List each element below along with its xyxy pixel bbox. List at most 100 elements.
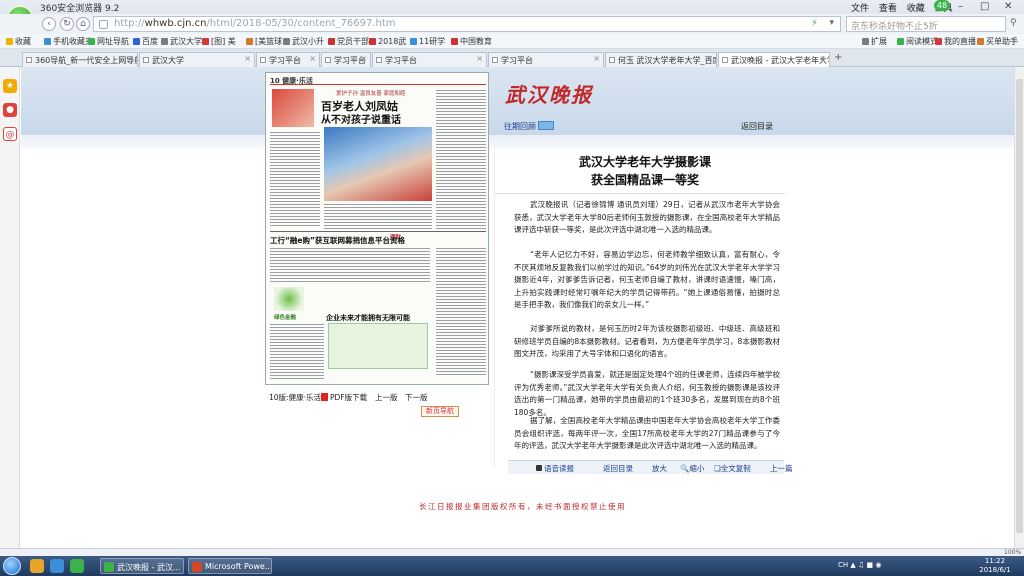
clock[interactable]: 11:22 2018/6/1 (975, 557, 1015, 575)
vertical-scrollbar[interactable] (1014, 67, 1024, 548)
next-edition-link[interactable]: 下一版 (405, 392, 428, 403)
bookmark-icon (369, 38, 376, 45)
menu-view[interactable]: 查看 (879, 4, 897, 14)
new-tab-icon[interactable]: + (834, 52, 842, 63)
minimize-icon[interactable]: – (958, 1, 963, 12)
pdf-download-link[interactable]: PDF版下载 (321, 392, 367, 403)
taskbar-task[interactable]: 武汉晚报 - 武汉... (100, 558, 184, 574)
taskbar-task[interactable]: Microsoft Powe... (188, 558, 272, 574)
menu-file[interactable]: 文件 (851, 4, 869, 14)
tab-close-icon[interactable]: × (360, 54, 367, 63)
bookmark-item[interactable]: 百度 (133, 36, 158, 47)
tab-close-icon[interactable]: × (819, 54, 826, 63)
newspaper-green-box (328, 323, 428, 369)
tab-close-icon[interactable]: × (706, 54, 713, 63)
browser-tab[interactable]: 学习平台 × (256, 52, 320, 67)
search-icon[interactable]: ⚲ (1010, 18, 1017, 28)
bookmark-item[interactable]: 收藏 (6, 36, 31, 47)
newspaper-green-label: 绿色金融 (274, 315, 297, 321)
zoom-in-button[interactable]: 放大 (652, 463, 667, 474)
home-icon[interactable]: ⌂ (76, 17, 90, 31)
past-issues-label: 往期回顾 (504, 122, 536, 131)
address-bar[interactable]: http://whwb.cjn.cn/html/2018-05/30/conte… (93, 16, 841, 32)
bookmark-item[interactable]: 中国教育 (451, 36, 492, 47)
left-sidebar: ★ ● @ (0, 67, 20, 548)
browser-tab[interactable]: 武汉大学 × (139, 52, 255, 67)
tab-close-icon[interactable]: × (593, 54, 600, 63)
bookmark-item[interactable]: 2018武 (369, 36, 406, 47)
bookmark-item[interactable]: 武汉小升 (283, 36, 324, 47)
copy-all-button[interactable]: ❏全文复制 (714, 463, 751, 474)
zoom-out-button[interactable]: 🔍缩小 (680, 463, 704, 474)
bookmark-item[interactable]: [美篮球 (246, 36, 282, 47)
search-input[interactable]: 京东秒杀好物不止5折 (846, 16, 1006, 32)
newspaper-page-image[interactable]: 10 健康·乐活 爱护子孙 温良友善 家庭和睦 百岁老人刘凤姑 从不对孩子说重话… (265, 72, 489, 385)
bookmark-item[interactable]: 11研学 (410, 36, 445, 47)
past-issues[interactable]: 往期回顾 (504, 121, 554, 132)
read-aloud-button[interactable]: 语音读报 (536, 463, 574, 474)
bookmark-item[interactable]: [图] 美 (202, 36, 236, 47)
title-bar: 360安全浏览器 9.2 文件 查看 收藏 工具 48 – □ ✕ (0, 0, 1024, 14)
bookmark-item[interactable]: 武汉大学 (161, 36, 202, 47)
browser-tab[interactable]: 何玉 武汉大学老年大学_百度 × (605, 52, 717, 67)
input-language[interactable]: CH (838, 561, 848, 569)
toolbar-extension-item[interactable]: 买单助手 (977, 36, 1018, 47)
browser-tab[interactable]: 学习平台 × (372, 52, 487, 67)
tab-close-icon[interactable]: × (309, 54, 316, 63)
at-icon[interactable]: @ (3, 127, 17, 141)
extension-icon (935, 38, 942, 45)
task-label: 武汉晚报 - 武汉... (117, 563, 181, 572)
refresh-icon[interactable]: ↻ (60, 17, 74, 31)
newspaper-masthead: 武汉晚报 (505, 83, 593, 107)
toolbar-extension-item[interactable]: 我的直播 (935, 36, 976, 47)
zoom-level[interactable]: 100% (1004, 549, 1021, 556)
system-tray: CH ▲ ♫ ■ ◉ (838, 561, 882, 569)
clock-date: 2018/6/1 (979, 566, 1011, 574)
browser-tab[interactable]: 学习平台 × (321, 52, 371, 67)
browser-tab[interactable]: 360导航_新一代安全上网导航 × (22, 52, 138, 67)
tab-close-icon[interactable]: × (476, 54, 483, 63)
prev-edition-link[interactable]: 上一版 (375, 392, 398, 403)
clock-time: 11:22 (984, 557, 1006, 565)
newspaper-text-block-3 (270, 323, 324, 379)
media-player-icon[interactable] (50, 559, 64, 573)
bookmark-item[interactable]: 手机收藏夹 (44, 36, 93, 47)
back-to-toc-button[interactable]: 返回目录 (603, 463, 633, 474)
browser-tab[interactable]: 学习平台 × (488, 52, 604, 67)
article-title-line-2: 获全国精品课一等奖 (590, 173, 699, 187)
browser-tab[interactable]: 武汉晚报 - 武汉大学老年大学 × (718, 52, 830, 68)
toolbar-extension-item[interactable]: 阅读模式 (897, 36, 938, 47)
browser-taskbar-icon[interactable] (70, 559, 84, 573)
lightning-icon[interactable]: ⚡ (811, 18, 818, 29)
toolbar-extension-item[interactable]: 扩展 (862, 36, 887, 47)
tab-strip: 360导航_新一代安全上网导航 × 武汉大学 × 学习平台 × 学习平台 × 学习平台 × 学习平台… (0, 49, 1024, 68)
close-icon[interactable]: ✕ (1004, 1, 1012, 12)
star-favorites-icon[interactable]: ★ (3, 79, 17, 93)
tab-close-icon[interactable]: × (244, 54, 251, 63)
weibo-icon[interactable]: ● (3, 103, 17, 117)
article-paragraph: 武汉晚报讯（记者徐锦博 通讯员刘瑾）29日，记者从武汉市老年大学协会获悉，武汉大… (514, 200, 780, 235)
maximize-icon[interactable]: □ (980, 1, 989, 12)
notification-badge[interactable]: 48 (934, 0, 950, 11)
newspaper-plant-image (274, 287, 304, 311)
explorer-icon[interactable] (30, 559, 44, 573)
back-to-toc-link[interactable]: 返回目录 (741, 121, 773, 132)
address-row: ‹ ↻ ⌂ http://whwb.cjn.cn/html/2018-05/30… (0, 14, 1024, 34)
bookmark-item[interactable]: 网址导航 (88, 36, 129, 47)
bookmark-item[interactable]: 党员干部 (328, 36, 369, 47)
tab-close-icon[interactable]: × (127, 54, 134, 63)
copy-all-label: 全文复制 (720, 464, 751, 473)
section-link[interactable]: 10版:健康·乐活 (269, 392, 321, 403)
back-icon[interactable]: ‹ (42, 17, 56, 31)
menu-favorites[interactable]: 收藏 (907, 4, 925, 14)
prev-article-button[interactable]: 上一篇 (770, 463, 793, 474)
pdf-label: PDF版下载 (330, 393, 368, 402)
newspaper-nav-button[interactable]: 新页导航 (421, 406, 459, 417)
start-button[interactable] (3, 557, 21, 575)
bookmark-label: 中国教育 (460, 37, 492, 46)
dropdown-icon[interactable]: ▾ (829, 18, 834, 28)
date-picker-icon[interactable] (538, 121, 554, 130)
scrollbar-thumb[interactable] (1016, 79, 1023, 533)
newspaper-headline-2: 从不对孩子说重话 (321, 115, 401, 126)
extension-icon (862, 38, 869, 45)
